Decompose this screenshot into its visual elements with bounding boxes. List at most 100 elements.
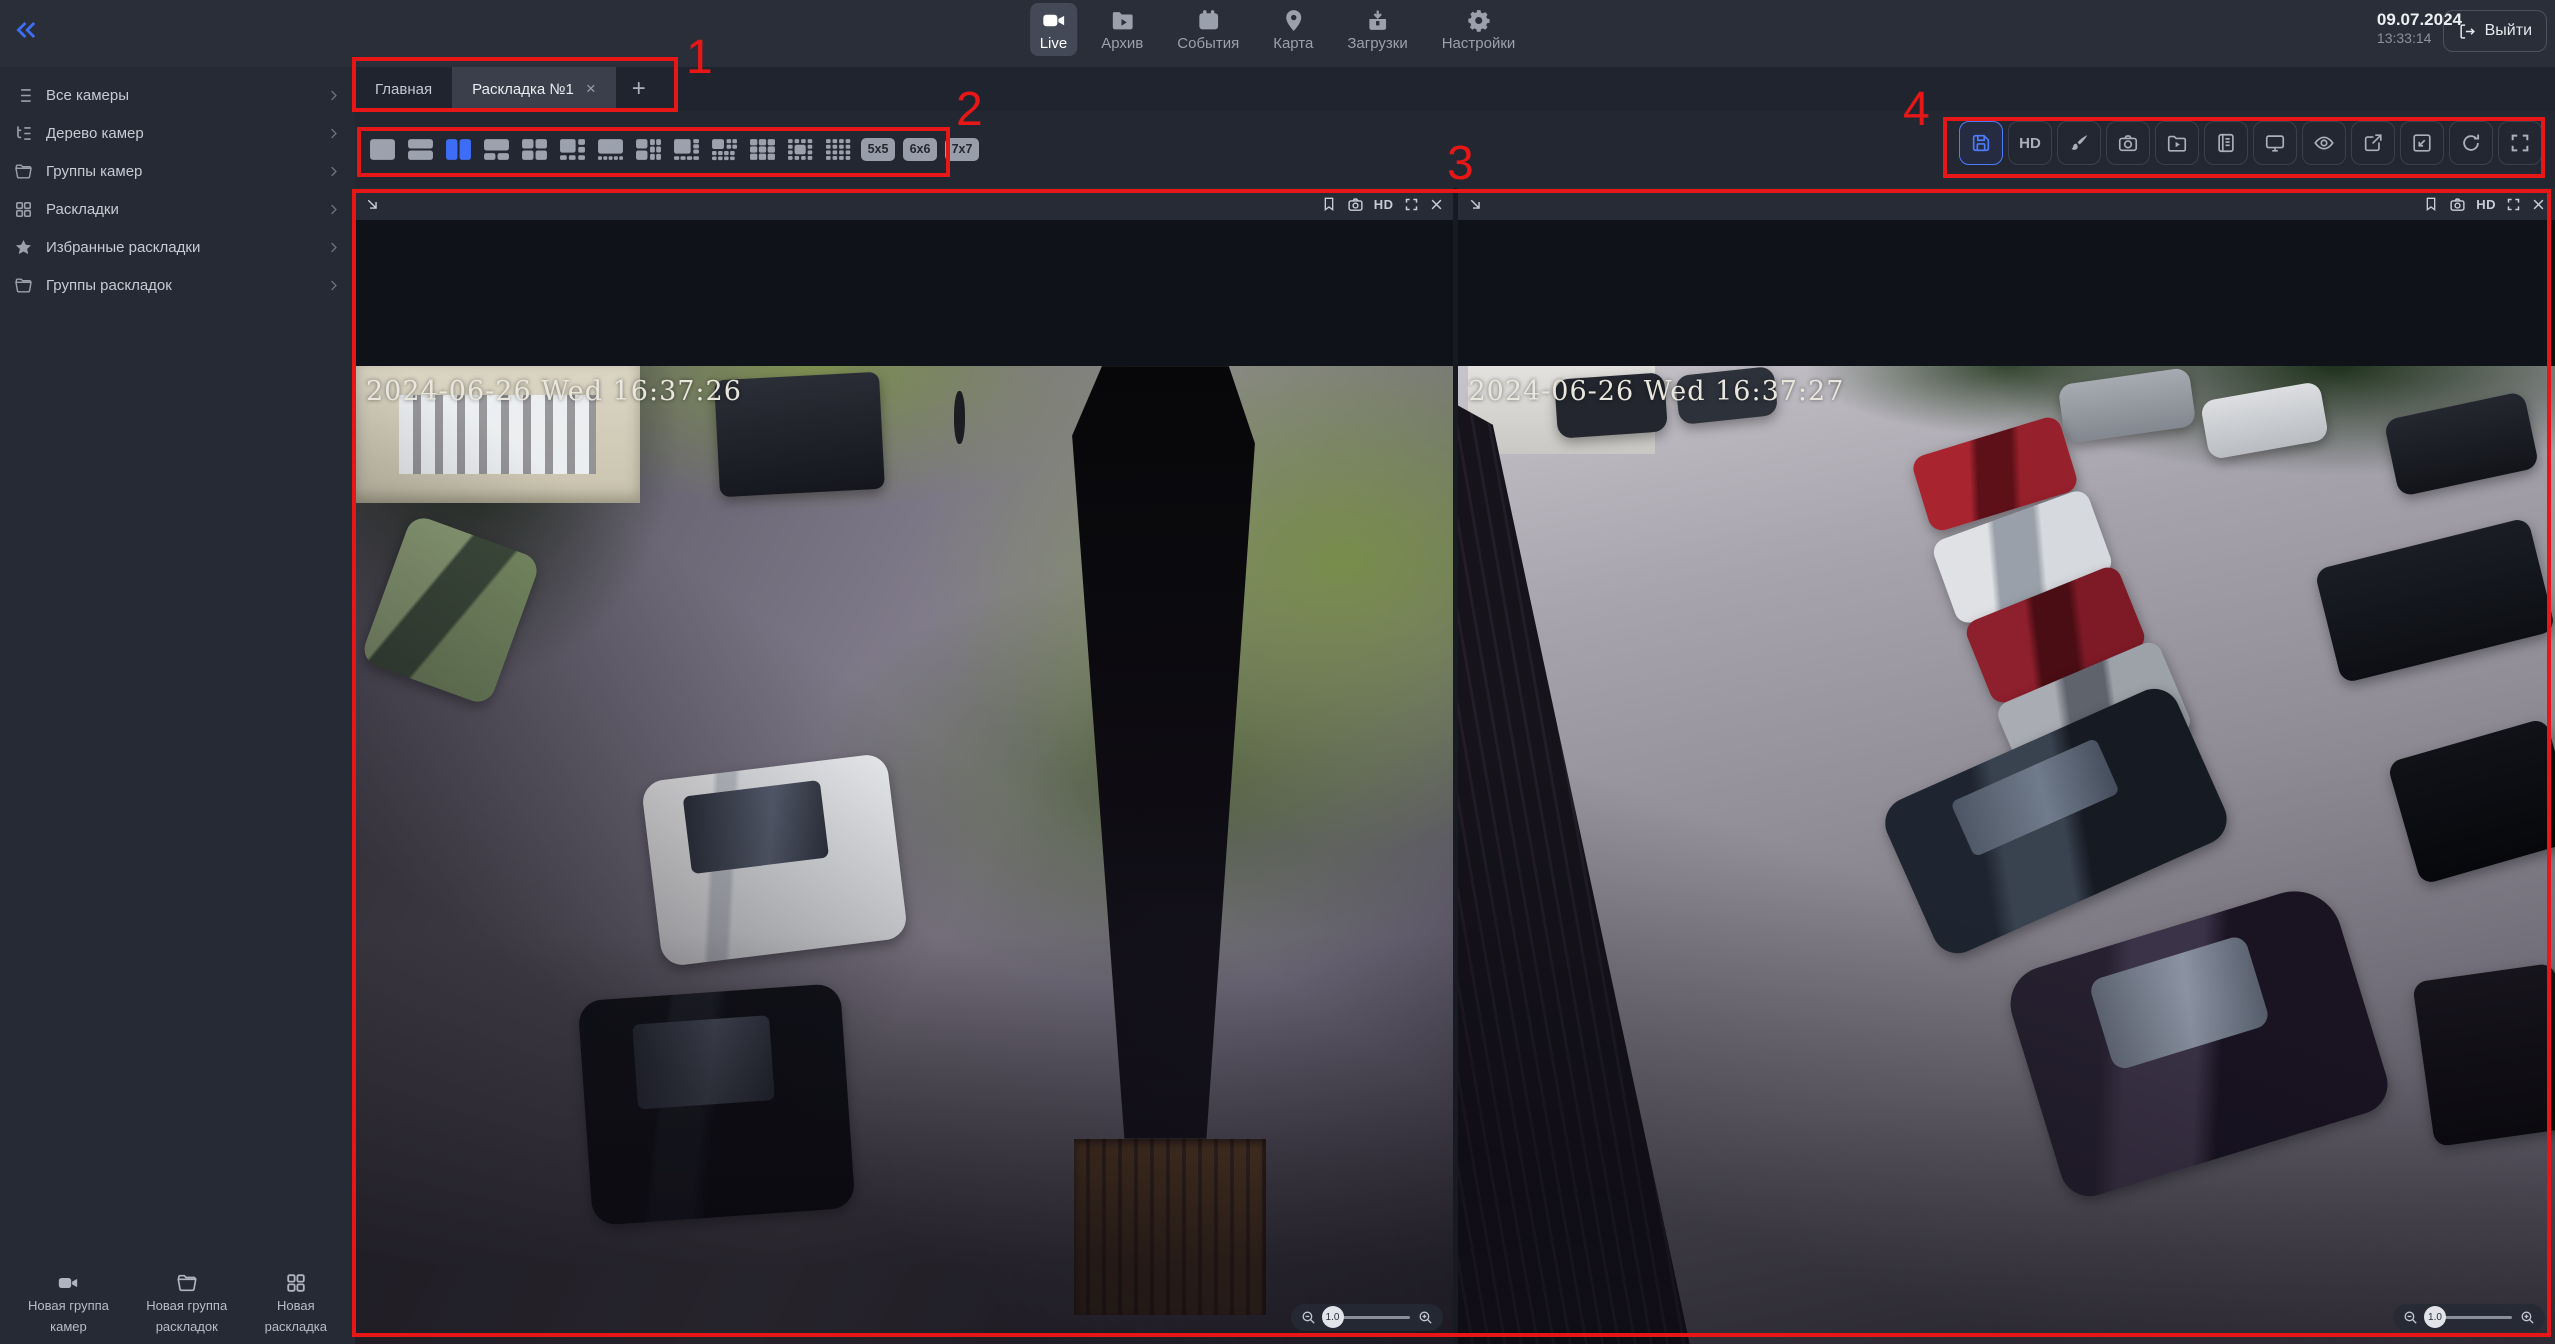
zoom-slider[interactable]: 1.0: [2426, 1316, 2512, 1319]
zoom-out-icon[interactable]: [2402, 1309, 2419, 1326]
snapshot-button[interactable]: [2106, 121, 2150, 165]
snapshot-icon[interactable]: [2449, 196, 2466, 213]
bookmark-icon[interactable]: [2423, 196, 2439, 212]
open-archive-button[interactable]: [2155, 121, 2199, 165]
button-label-line2: раскладка: [265, 1319, 327, 1336]
layout-5x5-button[interactable]: 5x5: [861, 138, 895, 161]
drag-diagonal-arrow-icon[interactable]: [1467, 196, 1484, 213]
logout-button[interactable]: Выйти: [2443, 10, 2547, 52]
sidebar-item-layout-groups[interactable]: Группы раскладок: [0, 266, 355, 304]
sidebar-item-camera-groups[interactable]: Группы камер: [0, 152, 355, 190]
layout-7x7-button[interactable]: 7x7: [945, 138, 979, 161]
pop-out-button[interactable]: [2400, 121, 2444, 165]
tile-fullscreen-icon[interactable]: [2506, 197, 2521, 212]
video-surveillance-app: Live Архив События Карта Загрузки Настро…: [0, 0, 2555, 1344]
sidebar-item-layouts[interactable]: Раскладки: [0, 190, 355, 228]
tab-layout-1[interactable]: Раскладка №1 ×: [452, 67, 616, 111]
layout-2x2-button[interactable]: [519, 136, 549, 162]
tab-close-icon[interactable]: ×: [586, 79, 596, 99]
zoom-slider-knob[interactable]: 1.0: [2424, 1306, 2446, 1328]
hd-badge[interactable]: HD: [2476, 197, 2496, 212]
video-frame-courtyard: 2024-06-26 Wed 16:37:26: [355, 366, 1453, 1344]
add-tab-button[interactable]: +: [616, 67, 662, 111]
layout-1-plus-bottom-strip-button[interactable]: [595, 136, 625, 162]
tile-close-icon[interactable]: [1429, 197, 1444, 212]
sidebar: Все камеры Дерево камер Группы камер Рас…: [0, 67, 355, 1344]
fullscreen-button[interactable]: [2498, 121, 2542, 165]
tab-home[interactable]: Главная: [355, 67, 452, 111]
sidebar-item-favorite-layouts[interactable]: Избранные раскладки: [0, 228, 355, 266]
journal-button[interactable]: [2204, 121, 2248, 165]
layout-2-rows-button[interactable]: [405, 136, 435, 162]
video-letterbox: [355, 220, 1453, 366]
layout-1-plus-12-button[interactable]: [709, 136, 739, 162]
journal-icon: [2215, 132, 2237, 154]
layout-2-columns-button-selected[interactable]: [443, 136, 473, 162]
tab-bar: Главная Раскладка №1 × +: [355, 67, 2555, 111]
button-label-line2: раскладок: [156, 1319, 218, 1336]
tile-close-icon[interactable]: [2531, 197, 2546, 212]
snapshot-icon[interactable]: [1347, 196, 1364, 213]
eye-icon: [2313, 132, 2335, 154]
layout-center-plus-12-button[interactable]: [785, 136, 815, 162]
monitor-button[interactable]: [2253, 121, 2297, 165]
nav-label: Архив: [1101, 35, 1143, 52]
nav-label: Карта: [1273, 35, 1313, 52]
zoom-slider-knob[interactable]: 1.0: [1322, 1306, 1344, 1328]
new-camera-group-button[interactable]: Новая группа камер: [28, 1272, 109, 1336]
zoom-slider[interactable]: 1.0: [1324, 1316, 1410, 1319]
map-pin-icon: [1281, 8, 1306, 33]
nav-item-live[interactable]: Live: [1030, 3, 1078, 56]
new-layout-button[interactable]: Новая раскладка: [265, 1272, 327, 1336]
download-icon: [1365, 8, 1390, 33]
zoom-in-icon[interactable]: [2519, 1309, 2536, 1326]
toolbar-row: 5x5 6x6 7x7 HD: [355, 111, 2555, 188]
button-label-line2: камер: [50, 1319, 87, 1336]
nav-item-archive[interactable]: Архив: [1091, 3, 1153, 56]
camera-icon: [2117, 132, 2139, 154]
camera-grid: HD 2024-06-26 Wed 16:37:26: [355, 188, 2555, 1344]
sidebar-item-label: Все камеры: [46, 87, 129, 104]
share-button[interactable]: [2351, 121, 2395, 165]
collapse-sidebar-button[interactable]: [12, 16, 40, 44]
tile-fullscreen-icon[interactable]: [1404, 197, 1419, 212]
save-layout-button[interactable]: [1959, 121, 2003, 165]
chevron-right-icon: [326, 126, 341, 141]
layout-1-plus-7-button[interactable]: [671, 136, 701, 162]
camera-video-1[interactable]: 2024-06-26 Wed 16:37:26 1.0: [355, 220, 1453, 1344]
top-bar: Live Архив События Карта Загрузки Настро…: [0, 0, 2555, 67]
camera-video-2[interactable]: 2024-06-26 Wed 16:37:27 1.0: [1458, 220, 2555, 1344]
shadow-overlay: [355, 366, 1453, 1344]
layout-2-plus-6-button[interactable]: [633, 136, 663, 162]
sidebar-item-camera-tree[interactable]: Дерево камер: [0, 114, 355, 152]
nav-item-map[interactable]: Карта: [1263, 3, 1323, 56]
bookmark-icon[interactable]: [1321, 196, 1337, 212]
hd-quality-button[interactable]: HD: [2008, 121, 2052, 165]
sidebar-item-label: Группы камер: [46, 163, 142, 180]
nav-item-events[interactable]: События: [1167, 3, 1249, 56]
layout-1-plus-2-button[interactable]: [481, 136, 511, 162]
layout-6x6-button[interactable]: 6x6: [903, 138, 937, 161]
layout-1-plus-5-button[interactable]: [557, 136, 587, 162]
sidebar-footer: Новая группа камер Новая группа раскладо…: [0, 1272, 355, 1336]
visibility-button[interactable]: [2302, 121, 2346, 165]
new-layout-group-button[interactable]: Новая группа раскладок: [146, 1272, 227, 1336]
layout-preset-toolbar: 5x5 6x6 7x7: [367, 136, 979, 162]
zoom-out-icon[interactable]: [1300, 1309, 1317, 1326]
zoom-in-icon[interactable]: [1417, 1309, 1434, 1326]
nav-item-downloads[interactable]: Загрузки: [1337, 3, 1417, 56]
refresh-button[interactable]: [2449, 121, 2493, 165]
video-timestamp: 2024-06-26 Wed 16:37:27: [1468, 376, 1844, 407]
nav-item-settings[interactable]: Настройки: [1432, 3, 1526, 56]
monitor-icon: [2264, 132, 2286, 154]
drag-diagonal-arrow-icon[interactable]: [364, 196, 381, 213]
layout-1-button[interactable]: [367, 136, 397, 162]
hd-badge[interactable]: HD: [1374, 197, 1394, 212]
layout-4x4-button[interactable]: [823, 136, 853, 162]
shadow-overlay: [1458, 366, 2555, 1344]
grid-icon: [285, 1272, 307, 1294]
clear-layout-button[interactable]: [2057, 121, 2101, 165]
layout-3x3-button[interactable]: [747, 136, 777, 162]
sidebar-item-label: Избранные раскладки: [46, 239, 200, 256]
sidebar-item-all-cameras[interactable]: Все камеры: [0, 76, 355, 114]
